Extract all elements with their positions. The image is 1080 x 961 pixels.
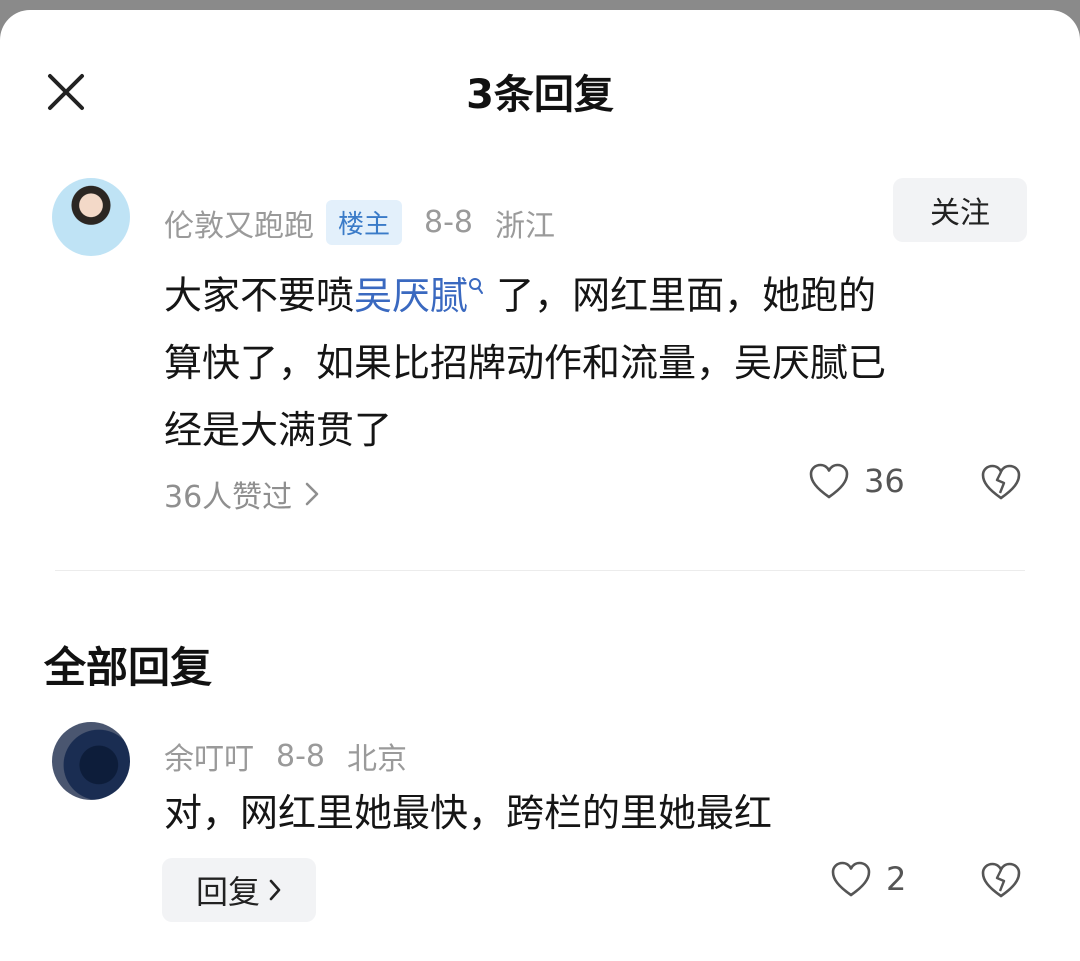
comment-line-1: 大家不要喷吴厌腻 了，网红里面，她跑的 xyxy=(164,256,1024,330)
chevron-right-icon xyxy=(269,879,281,901)
comment-body: 大家不要喷吴厌腻 了，网红里面，她跑的 算快了，如果比招牌动作和流量，吴厌腻已 … xyxy=(164,256,1024,464)
reply-meta: 余叮叮 8-8 北京 xyxy=(164,734,407,778)
heart-icon[interactable] xyxy=(830,860,872,898)
comment-location: 浙江 xyxy=(495,208,556,244)
author-name[interactable]: 伦敦又跑跑 xyxy=(164,201,314,245)
like-count: 2 xyxy=(886,860,907,898)
mention-link[interactable]: 吴厌腻 xyxy=(354,274,484,318)
reply-date: 8-8 xyxy=(276,738,325,774)
comment-line-2: 算快了，如果比招牌动作和流量，吴厌腻已 xyxy=(164,340,887,385)
reply-body: 对，网红里她最快，跨栏的里她最红 xyxy=(164,791,773,835)
heart-icon[interactable] xyxy=(808,462,850,500)
like-count: 36 xyxy=(864,462,905,500)
search-icon xyxy=(468,256,484,323)
reply-button[interactable]: 回复 xyxy=(162,858,316,922)
like-control[interactable]: 2 xyxy=(830,860,906,898)
section-title: 全部回复 xyxy=(44,643,213,692)
sheet-title: 3条回复 xyxy=(466,72,614,118)
follow-button[interactable]: 关注 xyxy=(893,178,1027,242)
avatar[interactable] xyxy=(52,178,130,256)
reply-sheet: 3条回复 伦敦又跑跑 楼主 8-8 浙江 关注 大家不要喷吴厌腻 了，网红里面，… xyxy=(0,10,1080,961)
comment-meta: 伦敦又跑跑 楼主 8-8 浙江 xyxy=(164,200,555,245)
comment-date: 8-8 xyxy=(424,205,474,240)
dislike-heart-icon[interactable] xyxy=(980,463,1022,501)
like-control[interactable]: 36 xyxy=(808,462,905,500)
op-badge: 楼主 xyxy=(326,200,403,245)
comment-line-3: 经是大满贯了 xyxy=(164,407,393,452)
reply-location: 北京 xyxy=(347,742,407,777)
divider xyxy=(55,570,1025,571)
author-name[interactable]: 余叮叮 xyxy=(164,734,254,778)
dislike-heart-icon[interactable] xyxy=(980,861,1022,899)
chevron-right-icon xyxy=(305,482,319,506)
likers-link[interactable]: 36人赞过 xyxy=(164,472,320,516)
avatar[interactable] xyxy=(52,722,130,800)
